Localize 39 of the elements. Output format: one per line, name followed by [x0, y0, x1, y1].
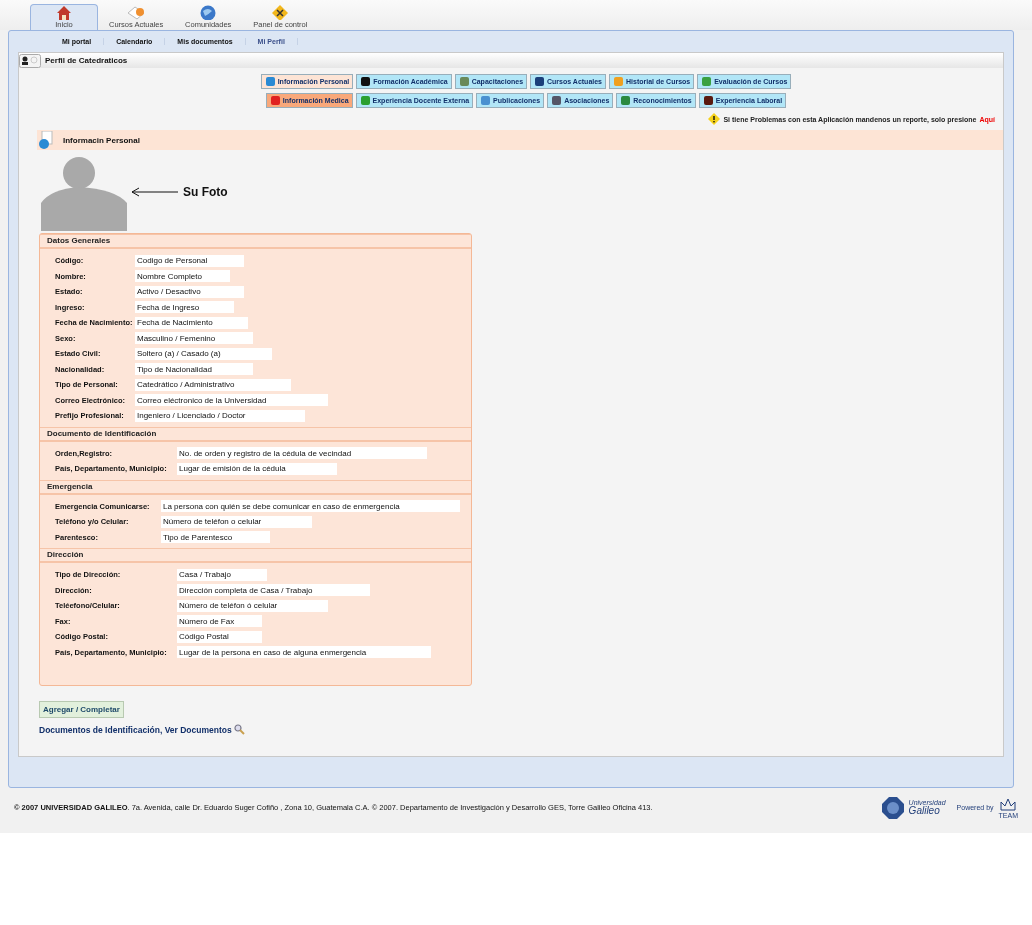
form-section-title: Dirección	[40, 548, 471, 563]
university-seal-icon	[881, 796, 904, 819]
section-title: Informacin Personal	[63, 135, 140, 145]
input-field[interactable]: Catedrático / Administrativo	[135, 378, 291, 391]
photo-label: Su Foto	[183, 185, 228, 199]
input-field[interactable]: Tipo de Parentesco	[161, 531, 270, 544]
input-field[interactable]: Soltero (a) / Casado (a)	[135, 347, 272, 360]
input-field[interactable]: Masculino / Femenino	[135, 332, 253, 345]
input-field[interactable]: Número de Fax	[177, 615, 263, 628]
documents-link[interactable]: Documentos de Identificación, Ver Documentos	[39, 724, 232, 735]
input-field[interactable]: Dirección completa de Casa / Trabajo	[177, 584, 371, 597]
input-field[interactable]: La persona con quién se debe comunicar en caso de enmergencia	[161, 500, 460, 513]
input-field[interactable]: Codigo de Personal	[135, 254, 244, 267]
input-field[interactable]: Activo / Desactivo	[135, 285, 244, 298]
panel-title: Perfil de Catedraticos	[45, 56, 128, 65]
house-icon	[56, 5, 72, 20]
globe-icon	[200, 5, 217, 20]
submit-button[interactable]: Agregar / Completar	[39, 701, 124, 718]
input-field[interactable]: Correo eléctronico de la Universidad	[135, 394, 329, 407]
input-field[interactable]: Número de teléfon ó celular	[177, 599, 328, 612]
input-field[interactable]: Casa / Trabajo	[177, 568, 267, 581]
crown-icon	[999, 796, 1018, 812]
info-document-icon	[39, 131, 53, 149]
tools-icon	[272, 5, 289, 20]
form-section-title: Documento de Identificación	[40, 426, 471, 442]
input-field[interactable]: Nombre Completo	[135, 270, 230, 283]
input-field[interactable]: No. de orden y registro de la cédula de vecindad	[177, 447, 427, 460]
form-section-title: Datos Generales	[40, 234, 471, 249]
input-field[interactable]: Lugar de emisión de la cédula	[177, 462, 338, 475]
input-field[interactable]: Código Postal	[177, 630, 263, 643]
warning-icon	[708, 113, 721, 125]
input-field[interactable]: Ingeniero / Licenciado / Doctor	[135, 409, 305, 422]
input-field[interactable]: Fecha de Nacimiento	[135, 316, 249, 329]
input-field[interactable]: Tipo de Nacionalidad	[135, 363, 253, 376]
input-field[interactable]: Lugar de la persona en caso de alguna enmergencia	[177, 646, 432, 659]
input-field[interactable]: Número de teléfon o celular	[161, 515, 312, 528]
arrow-icon	[131, 187, 179, 197]
input-field[interactable]: Fecha de Ingreso	[135, 301, 235, 314]
form-section-title: Emergencia	[40, 479, 471, 495]
